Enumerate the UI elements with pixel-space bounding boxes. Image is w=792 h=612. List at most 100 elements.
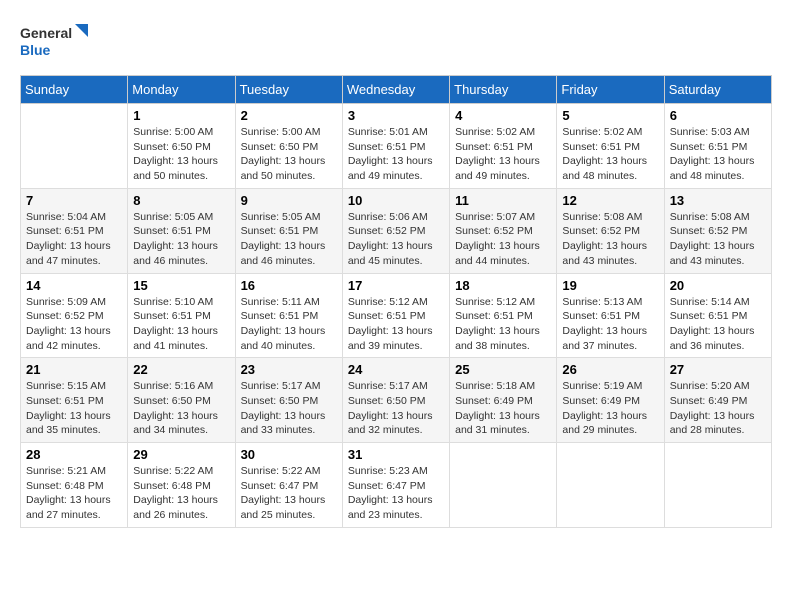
day-number: 6 <box>670 108 766 123</box>
calendar-cell: 5 Sunrise: 5:02 AMSunset: 6:51 PMDaylight… <box>557 104 664 189</box>
calendar-cell: 12 Sunrise: 5:08 AMSunset: 6:52 PMDayligh… <box>557 188 664 273</box>
day-number: 18 <box>455 278 551 293</box>
calendar-cell <box>557 443 664 528</box>
calendar-week-3: 14Sunrise: 5:09 AMSunset: 6:52 PMDayligh… <box>21 273 772 358</box>
day-number: 29 <box>133 447 229 462</box>
calendar-cell: 14Sunrise: 5:09 AMSunset: 6:52 PMDayligh… <box>21 273 128 358</box>
day-number: 30 <box>241 447 337 462</box>
calendar-cell: 1 Sunrise: 5:00 AMSunset: 6:50 PMDaylight… <box>128 104 235 189</box>
header-row: SundayMondayTuesdayWednesdayThursdayFrid… <box>21 76 772 104</box>
calendar-cell: 31 Sunrise: 5:23 AMSunset: 6:47 PMDayligh… <box>342 443 449 528</box>
calendar-cell: 23Sunrise: 5:17 AMSunset: 6:50 PMDayligh… <box>235 358 342 443</box>
day-info: Sunrise: 5:22 AMSunset: 6:48 PMDaylight:… <box>133 464 229 523</box>
calendar-week-1: 1 Sunrise: 5:00 AMSunset: 6:50 PMDaylight… <box>21 104 772 189</box>
calendar-week-4: 21 Sunrise: 5:15 AMSunset: 6:51 PMDayligh… <box>21 358 772 443</box>
day-number: 10 <box>348 193 444 208</box>
calendar-cell: 24 Sunrise: 5:17 AMSunset: 6:50 PMDayligh… <box>342 358 449 443</box>
svg-text:General: General <box>20 25 72 41</box>
day-info: Sunrise: 5:12 AMSunset: 6:51 PMDaylight:… <box>348 295 444 354</box>
column-header-sunday: Sunday <box>21 76 128 104</box>
calendar-cell: 6 Sunrise: 5:03 AMSunset: 6:51 PMDaylight… <box>664 104 771 189</box>
day-info: Sunrise: 5:11 AMSunset: 6:51 PMDaylight:… <box>241 295 337 354</box>
svg-text:Blue: Blue <box>20 42 51 58</box>
day-number: 19 <box>562 278 658 293</box>
calendar-cell <box>450 443 557 528</box>
calendar-week-5: 28Sunrise: 5:21 AMSunset: 6:48 PMDayligh… <box>21 443 772 528</box>
calendar-cell: 25 Sunrise: 5:18 AMSunset: 6:49 PMDayligh… <box>450 358 557 443</box>
calendar-cell: 19 Sunrise: 5:13 AMSunset: 6:51 PMDayligh… <box>557 273 664 358</box>
column-header-thursday: Thursday <box>450 76 557 104</box>
calendar-cell: 8 Sunrise: 5:05 AMSunset: 6:51 PMDaylight… <box>128 188 235 273</box>
day-info: Sunrise: 5:16 AMSunset: 6:50 PMDaylight:… <box>133 379 229 438</box>
day-info: Sunrise: 5:08 AMSunset: 6:52 PMDaylight:… <box>562 210 658 269</box>
day-number: 15 <box>133 278 229 293</box>
day-info: Sunrise: 5:00 AMSunset: 6:50 PMDaylight:… <box>133 125 229 184</box>
day-info: Sunrise: 5:14 AMSunset: 6:51 PMDaylight:… <box>670 295 766 354</box>
calendar-cell: 30 Sunrise: 5:22 AMSunset: 6:47 PMDayligh… <box>235 443 342 528</box>
day-number: 13 <box>670 193 766 208</box>
day-number: 16 <box>241 278 337 293</box>
day-info: Sunrise: 5:15 AMSunset: 6:51 PMDaylight:… <box>26 379 122 438</box>
day-number: 17 <box>348 278 444 293</box>
day-number: 24 <box>348 362 444 377</box>
day-number: 8 <box>133 193 229 208</box>
day-number: 7 <box>26 193 122 208</box>
day-info: Sunrise: 5:01 AMSunset: 6:51 PMDaylight:… <box>348 125 444 184</box>
calendar-cell: 9 Sunrise: 5:05 AMSunset: 6:51 PMDaylight… <box>235 188 342 273</box>
day-info: Sunrise: 5:02 AMSunset: 6:51 PMDaylight:… <box>562 125 658 184</box>
calendar-cell: 7 Sunrise: 5:04 AMSunset: 6:51 PMDaylight… <box>21 188 128 273</box>
day-info: Sunrise: 5:04 AMSunset: 6:51 PMDaylight:… <box>26 210 122 269</box>
calendar-cell: 11 Sunrise: 5:07 AMSunset: 6:52 PMDayligh… <box>450 188 557 273</box>
day-number: 12 <box>562 193 658 208</box>
calendar-cell: 10 Sunrise: 5:06 AMSunset: 6:52 PMDayligh… <box>342 188 449 273</box>
day-number: 31 <box>348 447 444 462</box>
calendar-cell <box>21 104 128 189</box>
day-number: 5 <box>562 108 658 123</box>
day-info: Sunrise: 5:22 AMSunset: 6:47 PMDaylight:… <box>241 464 337 523</box>
calendar-cell: 2 Sunrise: 5:00 AMSunset: 6:50 PMDaylight… <box>235 104 342 189</box>
column-header-friday: Friday <box>557 76 664 104</box>
day-info: Sunrise: 5:10 AMSunset: 6:51 PMDaylight:… <box>133 295 229 354</box>
day-info: Sunrise: 5:17 AMSunset: 6:50 PMDaylight:… <box>348 379 444 438</box>
calendar-cell: 21 Sunrise: 5:15 AMSunset: 6:51 PMDayligh… <box>21 358 128 443</box>
day-info: Sunrise: 5:19 AMSunset: 6:49 PMDaylight:… <box>562 379 658 438</box>
day-number: 25 <box>455 362 551 377</box>
calendar-cell: 18Sunrise: 5:12 AMSunset: 6:51 PMDayligh… <box>450 273 557 358</box>
logo: GeneralBlue <box>20 20 90 65</box>
calendar-cell <box>664 443 771 528</box>
day-info: Sunrise: 5:06 AMSunset: 6:52 PMDaylight:… <box>348 210 444 269</box>
day-number: 9 <box>241 193 337 208</box>
day-number: 23 <box>241 362 337 377</box>
day-info: Sunrise: 5:09 AMSunset: 6:52 PMDaylight:… <box>26 295 122 354</box>
day-info: Sunrise: 5:02 AMSunset: 6:51 PMDaylight:… <box>455 125 551 184</box>
day-info: Sunrise: 5:00 AMSunset: 6:50 PMDaylight:… <box>241 125 337 184</box>
day-info: Sunrise: 5:13 AMSunset: 6:51 PMDaylight:… <box>562 295 658 354</box>
page-header: GeneralBlue <box>20 20 772 65</box>
day-number: 22 <box>133 362 229 377</box>
day-info: Sunrise: 5:23 AMSunset: 6:47 PMDaylight:… <box>348 464 444 523</box>
calendar-cell: 22 Sunrise: 5:16 AMSunset: 6:50 PMDayligh… <box>128 358 235 443</box>
column-header-monday: Monday <box>128 76 235 104</box>
calendar-cell: 16 Sunrise: 5:11 AMSunset: 6:51 PMDayligh… <box>235 273 342 358</box>
calendar-cell: 15 Sunrise: 5:10 AMSunset: 6:51 PMDayligh… <box>128 273 235 358</box>
calendar-table: SundayMondayTuesdayWednesdayThursdayFrid… <box>20 75 772 528</box>
calendar-cell: 27Sunrise: 5:20 AMSunset: 6:49 PMDayligh… <box>664 358 771 443</box>
day-info: Sunrise: 5:05 AMSunset: 6:51 PMDaylight:… <box>133 210 229 269</box>
calendar-cell: 29 Sunrise: 5:22 AMSunset: 6:48 PMDayligh… <box>128 443 235 528</box>
day-number: 21 <box>26 362 122 377</box>
day-number: 2 <box>241 108 337 123</box>
day-info: Sunrise: 5:05 AMSunset: 6:51 PMDaylight:… <box>241 210 337 269</box>
calendar-cell: 3 Sunrise: 5:01 AMSunset: 6:51 PMDaylight… <box>342 104 449 189</box>
calendar-week-2: 7 Sunrise: 5:04 AMSunset: 6:51 PMDaylight… <box>21 188 772 273</box>
day-number: 11 <box>455 193 551 208</box>
day-info: Sunrise: 5:07 AMSunset: 6:52 PMDaylight:… <box>455 210 551 269</box>
day-info: Sunrise: 5:20 AMSunset: 6:49 PMDaylight:… <box>670 379 766 438</box>
calendar-cell: 13Sunrise: 5:08 AMSunset: 6:52 PMDayligh… <box>664 188 771 273</box>
column-header-tuesday: Tuesday <box>235 76 342 104</box>
day-number: 3 <box>348 108 444 123</box>
day-info: Sunrise: 5:18 AMSunset: 6:49 PMDaylight:… <box>455 379 551 438</box>
calendar-cell: 28Sunrise: 5:21 AMSunset: 6:48 PMDayligh… <box>21 443 128 528</box>
day-info: Sunrise: 5:03 AMSunset: 6:51 PMDaylight:… <box>670 125 766 184</box>
day-number: 1 <box>133 108 229 123</box>
calendar-cell: 20Sunrise: 5:14 AMSunset: 6:51 PMDayligh… <box>664 273 771 358</box>
